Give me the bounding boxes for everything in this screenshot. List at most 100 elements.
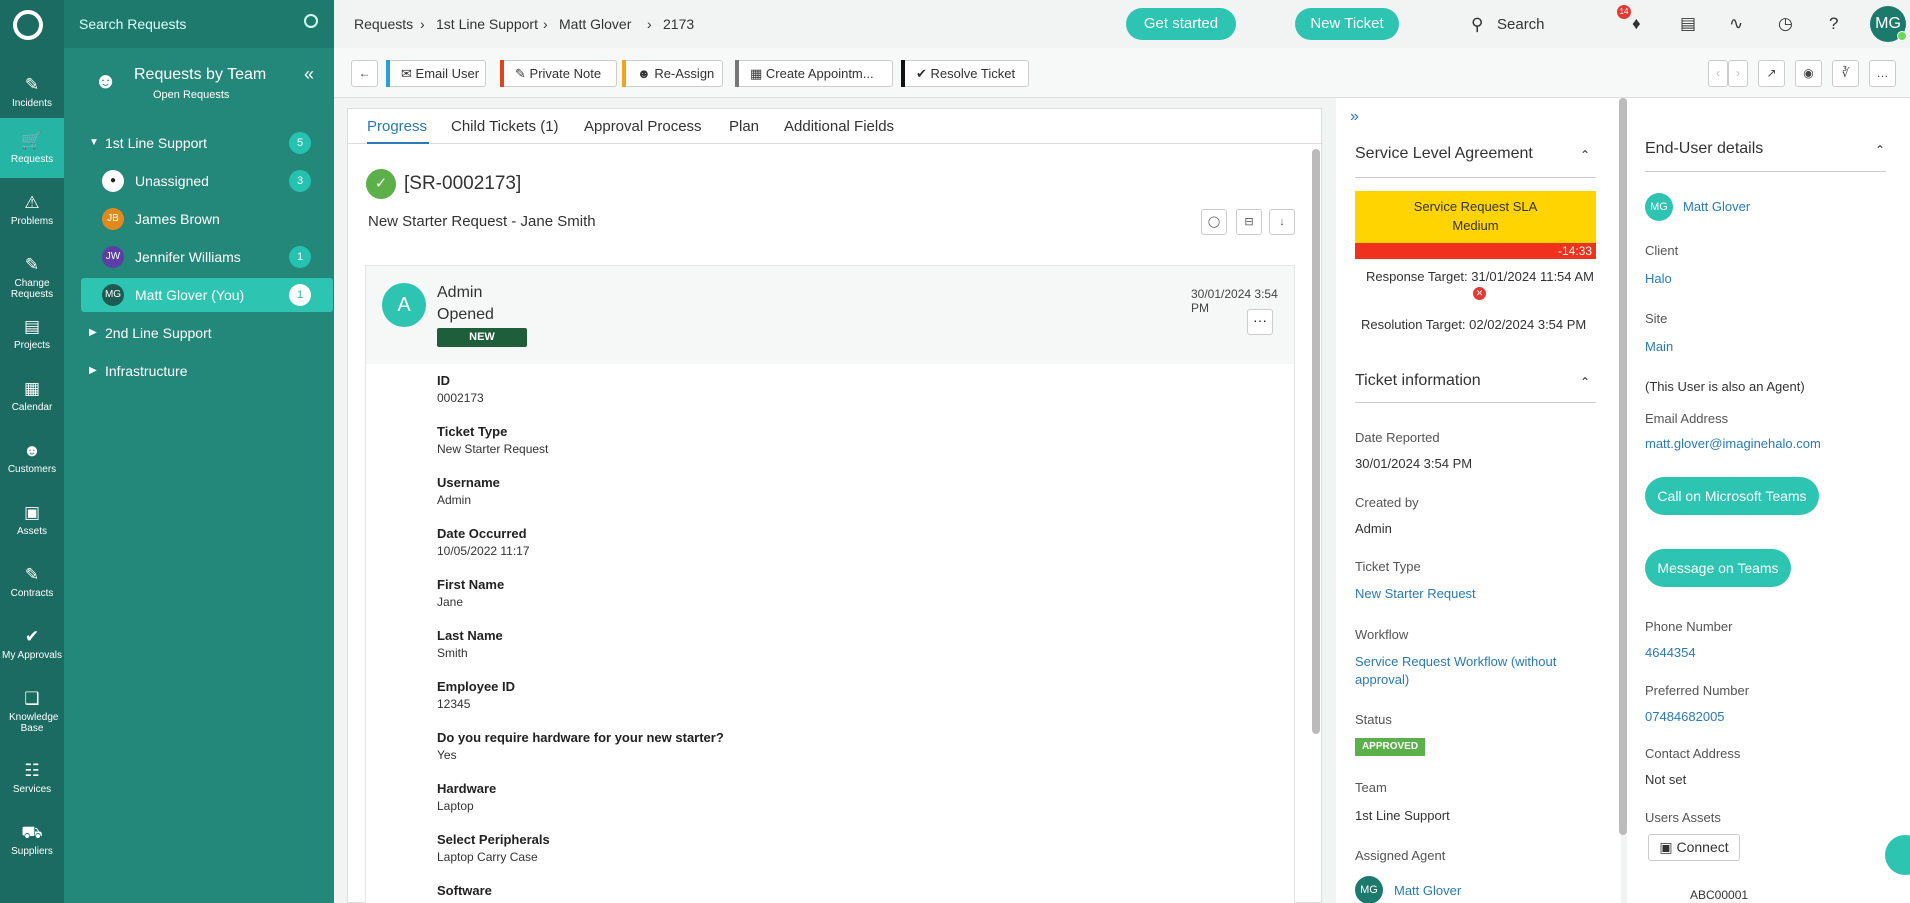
end-user-name-link[interactable]: Matt Glover [1683, 199, 1750, 214]
tree-team-1st-line[interactable]: ▼ 1st Line Support 5 [64, 126, 334, 160]
tab-child-tickets[interactable]: Child Tickets (1) [451, 118, 559, 135]
email-link[interactable]: matt.glover@imaginehalo.com [1645, 436, 1821, 451]
get-started-button[interactable]: Get started [1126, 8, 1236, 40]
date-reported-value: 30/01/2024 3:54 PM [1355, 456, 1473, 471]
watch-eye-icon[interactable]: ◉ [1795, 60, 1822, 87]
scrollbar[interactable] [1619, 98, 1627, 835]
expand-double-chevron-icon[interactable]: » [1350, 108, 1359, 126]
clipboard-icon[interactable]: ▤ [1680, 14, 1696, 34]
comment-icon[interactable]: ◯ [1201, 209, 1227, 235]
nav-projects[interactable]: ▤ Projects [0, 304, 64, 364]
team-label: Team [1355, 780, 1387, 795]
chevron-up-icon[interactable]: ⌃ [1580, 375, 1590, 389]
book-icon: ☷ [24, 761, 40, 780]
reassign-button[interactable]: ☻ Re-Assign [622, 60, 723, 87]
search-icon[interactable] [304, 14, 318, 28]
nav-change-requests[interactable]: ✎ Change Requests [0, 242, 64, 302]
rss-icon[interactable]: ∿ [1729, 14, 1743, 34]
back-button[interactable]: ← [351, 60, 378, 87]
expand-down-icon[interactable]: ▼ [89, 126, 99, 160]
nav-suppliers[interactable]: ⛟ Suppliers [0, 810, 64, 870]
created-by-label: Created by [1355, 495, 1419, 510]
sort-down-icon[interactable]: ↓ [1269, 209, 1295, 235]
ticket-icon: ✎ [24, 75, 40, 94]
new-ticket-button[interactable]: New Ticket [1295, 8, 1399, 40]
halo-logo[interactable] [13, 10, 43, 40]
chevron-up-icon[interactable]: ⌃ [1580, 148, 1590, 162]
next-ticket-button[interactable]: › [1728, 60, 1748, 87]
breadcrumb-team[interactable]: 1st Line Support [436, 16, 538, 32]
collapse-panel-icon[interactable]: « [304, 64, 314, 85]
divider [1355, 177, 1596, 178]
tab-progress[interactable]: Progress [367, 118, 427, 135]
action-author: Admin [437, 284, 483, 301]
more-options-icon[interactable]: … [1869, 60, 1896, 87]
phone-link[interactable]: 4644354 [1645, 645, 1696, 660]
global-search[interactable]: Search [1497, 16, 1545, 33]
nav-requests[interactable]: 🛒 Requests [0, 118, 64, 178]
note-icon: ✎ [515, 66, 526, 81]
collapse-icon[interactable]: ⊟ [1236, 209, 1262, 235]
connect-button[interactable]: ▣ Connect [1648, 834, 1740, 861]
nav-services[interactable]: ☷ Services [0, 748, 64, 808]
nav-problems[interactable]: ⚠ Problems [0, 180, 64, 240]
ticket-type-link[interactable]: New Starter Request [1355, 585, 1595, 603]
action-menu-icon[interactable]: ··· [1247, 309, 1273, 335]
open-new-window-icon[interactable]: ↗ [1758, 60, 1785, 87]
tree-agent-james-brown[interactable]: JB James Brown [64, 202, 334, 236]
preferred-number-link[interactable]: 07484682005 [1645, 709, 1725, 724]
private-note-button[interactable]: ✎ Private Note [500, 60, 617, 87]
cubes-icon: ❑ [24, 689, 40, 708]
previous-ticket-button[interactable]: ‹ [1708, 60, 1728, 87]
count-badge: 3 [289, 170, 311, 192]
tree-agent-unassigned[interactable]: ● Unassigned 3 [64, 164, 334, 198]
tree-agent-jennifer-williams[interactable]: JW Jennifer Williams 1 [64, 240, 334, 274]
message-teams-button[interactable]: Message on Teams [1645, 549, 1791, 587]
tab-plan[interactable]: Plan [729, 118, 759, 135]
tree-team-2nd-line[interactable]: ▶ 2nd Line Support [64, 316, 334, 350]
search-requests-input[interactable]: Search Requests [79, 16, 186, 32]
search-requests[interactable]: Search Requests [64, 0, 334, 48]
tab-approval-process[interactable]: Approval Process [584, 118, 702, 135]
nav-customers[interactable]: ☻ Customers [0, 428, 64, 488]
user-avatar[interactable]: MG [1870, 6, 1907, 42]
contact-address-value: Not set [1645, 772, 1687, 787]
create-appointment-button[interactable]: ▦ Create Appointm... [735, 60, 893, 87]
nav-incidents[interactable]: ✎ Incidents [0, 62, 64, 122]
nav-assets[interactable]: ▣ Assets [0, 490, 64, 550]
field-id: ID 0002173 [437, 373, 484, 405]
assigned-agent-link[interactable]: Matt Glover [1394, 882, 1634, 900]
workflow-link[interactable]: Service Request Workflow (without approv… [1355, 653, 1595, 689]
call-teams-button[interactable]: Call on Microsoft Teams [1645, 477, 1819, 515]
site-link[interactable]: Main [1645, 339, 1673, 354]
nav-my-approvals[interactable]: ✔ My Approvals [0, 614, 64, 674]
bell-icon[interactable]: ♦ [1632, 14, 1641, 34]
expand-right-icon[interactable]: ▶ [89, 316, 97, 350]
tree-team-infrastructure[interactable]: ▶ Infrastructure [64, 354, 334, 388]
nav-knowledge-base[interactable]: ❑ Knowledge Base [0, 676, 64, 746]
online-status-dot [1897, 31, 1907, 41]
panel-subtitle[interactable]: Open Requests [153, 89, 229, 101]
email-user-button[interactable]: ✉ Email User [386, 60, 486, 87]
person-icon: ● [102, 170, 124, 192]
nav-contracts[interactable]: ✎ Contracts [0, 552, 64, 612]
clock-icon[interactable]: ◷ [1778, 14, 1793, 34]
scrollbar[interactable] [1312, 149, 1320, 734]
breadcrumb-agent[interactable]: Matt Glover [559, 16, 631, 32]
expand-right-icon[interactable]: ▶ [89, 354, 97, 388]
help-icon[interactable]: ? [1829, 14, 1838, 34]
calendar-icon: ▦ [750, 66, 763, 81]
tab-additional-fields[interactable]: Additional Fields [784, 118, 894, 135]
team-icon: ☻ [94, 68, 118, 93]
asset-tag[interactable]: ABC00001 [1690, 888, 1748, 902]
field-last-name: Last Name Smith [437, 628, 503, 660]
client-link[interactable]: Halo [1645, 271, 1672, 286]
breadcrumb-requests[interactable]: Requests [354, 16, 413, 32]
chevron-up-icon[interactable]: ⌃ [1875, 143, 1885, 157]
nav-calendar[interactable]: ▦ Calendar [0, 366, 64, 426]
tree-agent-matt-glover[interactable]: MG Matt Glover (You) 1 [81, 278, 333, 312]
resolve-ticket-button[interactable]: ✔ Resolve Ticket [901, 60, 1029, 87]
field-hardware-required: Do you require hardware for your new sta… [437, 730, 724, 762]
share-icon[interactable]: ∛ [1832, 60, 1859, 87]
search-icon[interactable]: ⚲ [1471, 15, 1483, 35]
